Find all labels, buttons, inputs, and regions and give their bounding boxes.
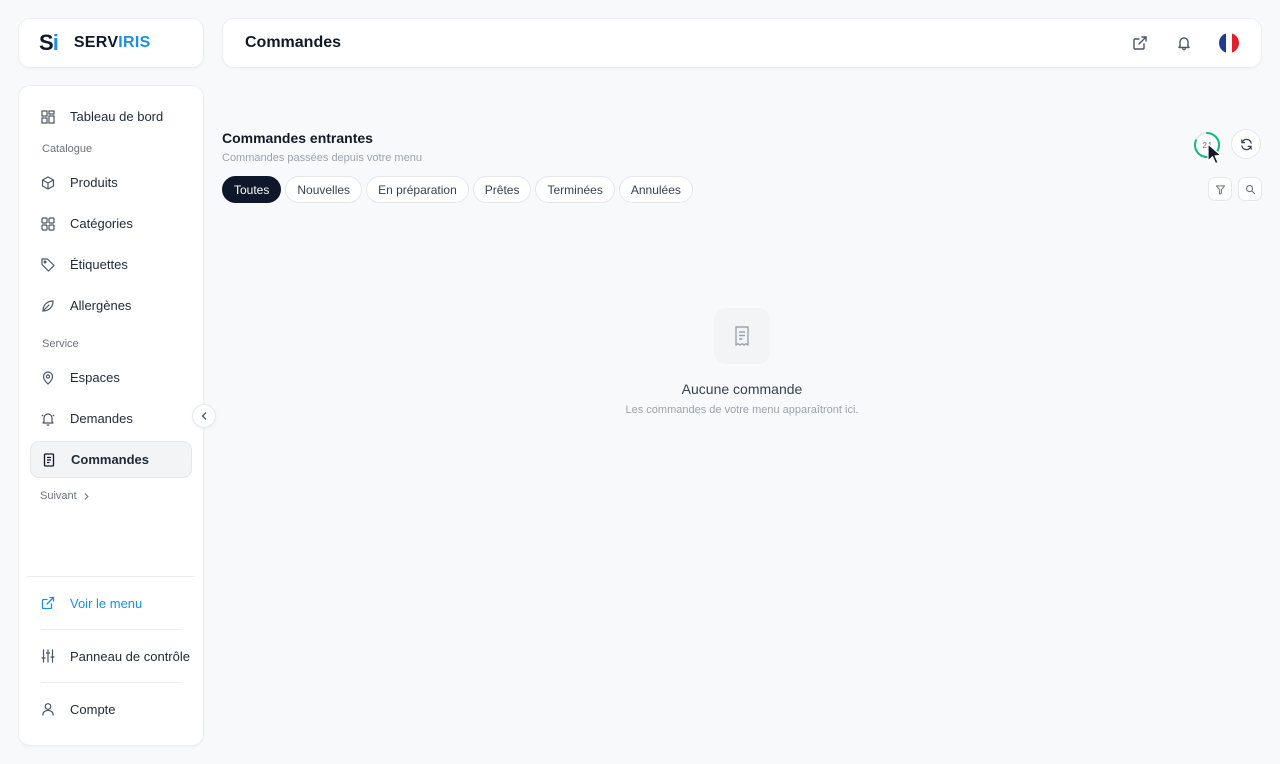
voir-le-menu-link[interactable]: Voir le menu xyxy=(23,577,199,629)
logo-mark-s: S xyxy=(39,30,54,55)
chevron-left-icon xyxy=(201,412,207,420)
tab-en-preparation[interactable]: En préparation xyxy=(366,176,469,203)
sidebar-item-allergenes[interactable]: Allergènes xyxy=(30,287,192,324)
status-tabs: Toutes Nouvelles En préparation Prêtes T… xyxy=(222,176,693,203)
chevron-right-icon xyxy=(84,492,89,500)
brand-name-part2: IRIS xyxy=(118,34,151,51)
panneau-de-controle-link[interactable]: Panneau de contrôle xyxy=(23,630,199,682)
voir-le-menu-label: Voir le menu xyxy=(70,595,143,611)
dashboard-icon xyxy=(41,109,55,124)
language-flag-french[interactable] xyxy=(1219,33,1239,53)
sidebar-item-label: Catégories xyxy=(70,216,133,231)
user-icon xyxy=(42,703,54,716)
sidebar-item-label: Étiquettes xyxy=(70,257,128,272)
sidebar-item-produits[interactable]: Produits xyxy=(30,164,192,201)
refresh-button[interactable] xyxy=(1231,129,1261,159)
external-link-icon xyxy=(41,596,55,610)
sidebar-item-espaces[interactable]: Espaces xyxy=(30,359,192,396)
bell-icon[interactable] xyxy=(1173,32,1195,54)
external-link-icon[interactable] xyxy=(1129,32,1151,54)
sidebar-item-demandes[interactable]: Demandes xyxy=(30,400,192,437)
sidebar-item-label: Produits xyxy=(70,175,118,190)
empty-state-description: Les commandes de votre menu apparaîtront… xyxy=(625,404,859,416)
sidebar-item-label: Allergènes xyxy=(70,298,132,313)
suivant-link[interactable]: Suivant xyxy=(30,490,192,502)
sidebar-item-label: Tableau de bord xyxy=(70,109,164,124)
sidebar-item-commandes[interactable]: Commandes xyxy=(30,441,192,478)
orders-title: Commandes entrantes xyxy=(222,130,373,146)
collapse-sidebar-button[interactable] xyxy=(192,404,216,428)
location-icon xyxy=(42,370,54,385)
receipt-icon xyxy=(43,452,55,467)
filter-icon xyxy=(1215,184,1225,195)
bell-icon xyxy=(41,412,55,426)
tag-icon xyxy=(41,257,55,272)
sidebar-bottom: Voir le menu Panneau de contrôle Compte xyxy=(23,576,199,735)
top-header: Commandes xyxy=(222,18,1262,68)
search-icon xyxy=(1245,184,1255,194)
sidebar-item-label: Espaces xyxy=(70,370,120,385)
box-icon xyxy=(41,175,55,190)
brand-name-part1: SERV xyxy=(73,34,119,51)
sidebar: Tableau de bord Catalogue Produits Catég… xyxy=(18,85,204,746)
tab-pretes[interactable]: Prêtes xyxy=(472,176,532,203)
section-label-catalogue: Catalogue xyxy=(42,143,93,155)
orders-subtitle: Commandes passées depuis votre menu xyxy=(222,152,422,164)
compte-label: Compte xyxy=(70,701,116,717)
panneau-de-controle-label: Panneau de contrôle xyxy=(70,648,190,664)
sidebar-item-dashboard[interactable]: Tableau de bord xyxy=(30,98,192,135)
mouse-cursor-icon xyxy=(1207,143,1222,165)
search-button[interactable] xyxy=(1238,177,1262,201)
sidebar-item-categories[interactable]: Catégories xyxy=(30,205,192,242)
brand-logo[interactable]: Si SERVIRIS xyxy=(18,18,204,68)
brand-name: SERVIRIS xyxy=(74,34,151,52)
receipt-icon xyxy=(735,326,749,346)
sidebar-item-label: Demandes xyxy=(70,411,133,426)
sidebar-item-label: Commandes xyxy=(71,452,150,467)
suivant-label: Suivant xyxy=(40,490,77,502)
filter-button[interactable] xyxy=(1208,177,1232,201)
tab-annulees[interactable]: Annulées xyxy=(618,176,693,203)
tab-terminees[interactable]: Terminées xyxy=(535,176,615,203)
tab-nouvelles[interactable]: Nouvelles xyxy=(285,176,363,203)
page-title: Commandes xyxy=(245,34,342,51)
compte-link[interactable]: Compte xyxy=(23,683,199,735)
refresh-icon xyxy=(1240,138,1252,150)
grid-icon xyxy=(41,216,55,231)
empty-state-title: Aucune commande xyxy=(681,381,803,397)
section-label-service: Service xyxy=(42,338,79,350)
leaf-icon xyxy=(42,299,54,312)
sliders-icon xyxy=(41,649,55,663)
tab-toutes[interactable]: Toutes xyxy=(222,176,282,203)
empty-state-icon xyxy=(714,308,770,364)
sidebar-item-etiquettes[interactable]: Étiquettes xyxy=(30,246,192,283)
logo-mark: Si xyxy=(39,30,59,56)
logo-mark-i: i xyxy=(52,30,59,55)
